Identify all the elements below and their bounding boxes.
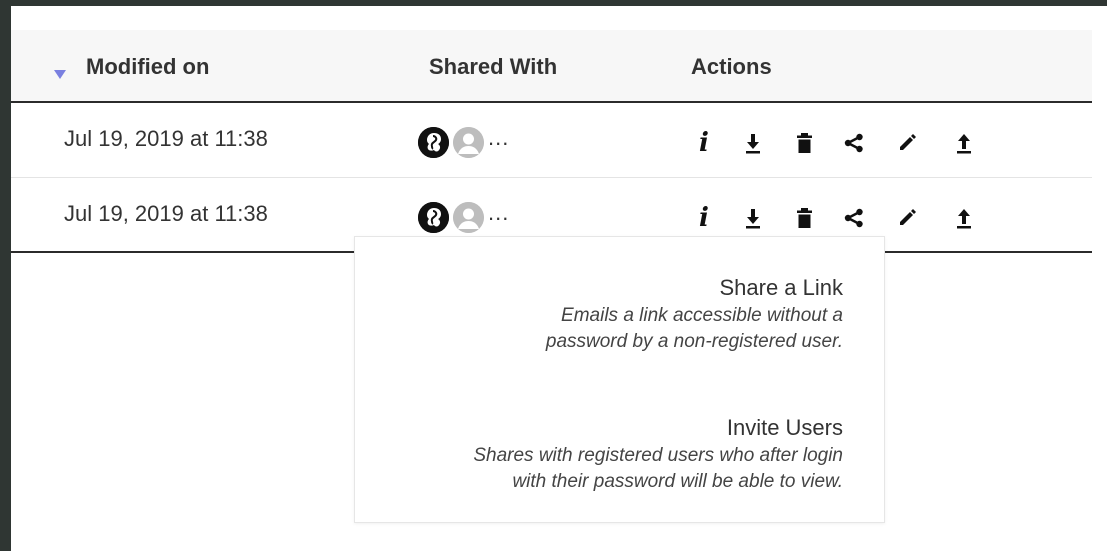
window-frame-left (0, 0, 11, 551)
share-a-link-option[interactable]: Share a Link Emails a link accessible wi… (546, 275, 843, 355)
header-shared-with[interactable]: Shared With (429, 54, 557, 80)
share-a-link-description: Emails a link accessible without a passw… (545, 305, 843, 352)
pencil-icon[interactable] (894, 204, 920, 232)
more-shared-users[interactable]: ... (488, 200, 509, 226)
upload-icon[interactable] (951, 129, 977, 157)
download-icon[interactable] (740, 129, 766, 157)
download-icon[interactable] (740, 204, 766, 232)
more-shared-users[interactable]: ... (488, 125, 509, 151)
user-avatar-icon[interactable] (453, 202, 484, 233)
trash-icon[interactable] (791, 204, 817, 232)
modified-date: Jul 19, 2019 at 11:38 (64, 126, 268, 151)
info-icon[interactable]: i (691, 204, 717, 232)
owner-avatar-icon[interactable] (418, 127, 449, 158)
share-icon[interactable] (841, 129, 867, 157)
share-menu: Share a Link Emails a link accessible wi… (354, 236, 885, 523)
sort-descending-icon[interactable] (54, 70, 66, 79)
share-a-link-title: Share a Link (719, 275, 843, 300)
header-actions: Actions (691, 54, 772, 79)
share-icon[interactable] (841, 204, 867, 232)
invite-users-title: Invite Users (726, 415, 843, 440)
invite-users-description: Shares with registered users who after l… (473, 445, 843, 492)
pencil-icon[interactable] (894, 129, 920, 157)
table-header: Modified on Shared With Actions (11, 30, 1092, 103)
files-panel: Modified on Shared With Actions Jul 19, … (11, 6, 1107, 551)
info-icon[interactable]: i (691, 129, 717, 157)
user-avatar-icon[interactable] (453, 127, 484, 158)
header-modified-on[interactable]: Modified on (86, 54, 209, 80)
invite-users-option[interactable]: Invite Users Shares with registered user… (473, 415, 843, 495)
modified-date: Jul 19, 2019 at 11:38 (64, 201, 268, 226)
table-row: Jul 19, 2019 at 11:38 ... i (11, 103, 1092, 178)
owner-avatar-icon[interactable] (418, 202, 449, 233)
trash-icon[interactable] (791, 129, 817, 157)
upload-icon[interactable] (951, 204, 977, 232)
